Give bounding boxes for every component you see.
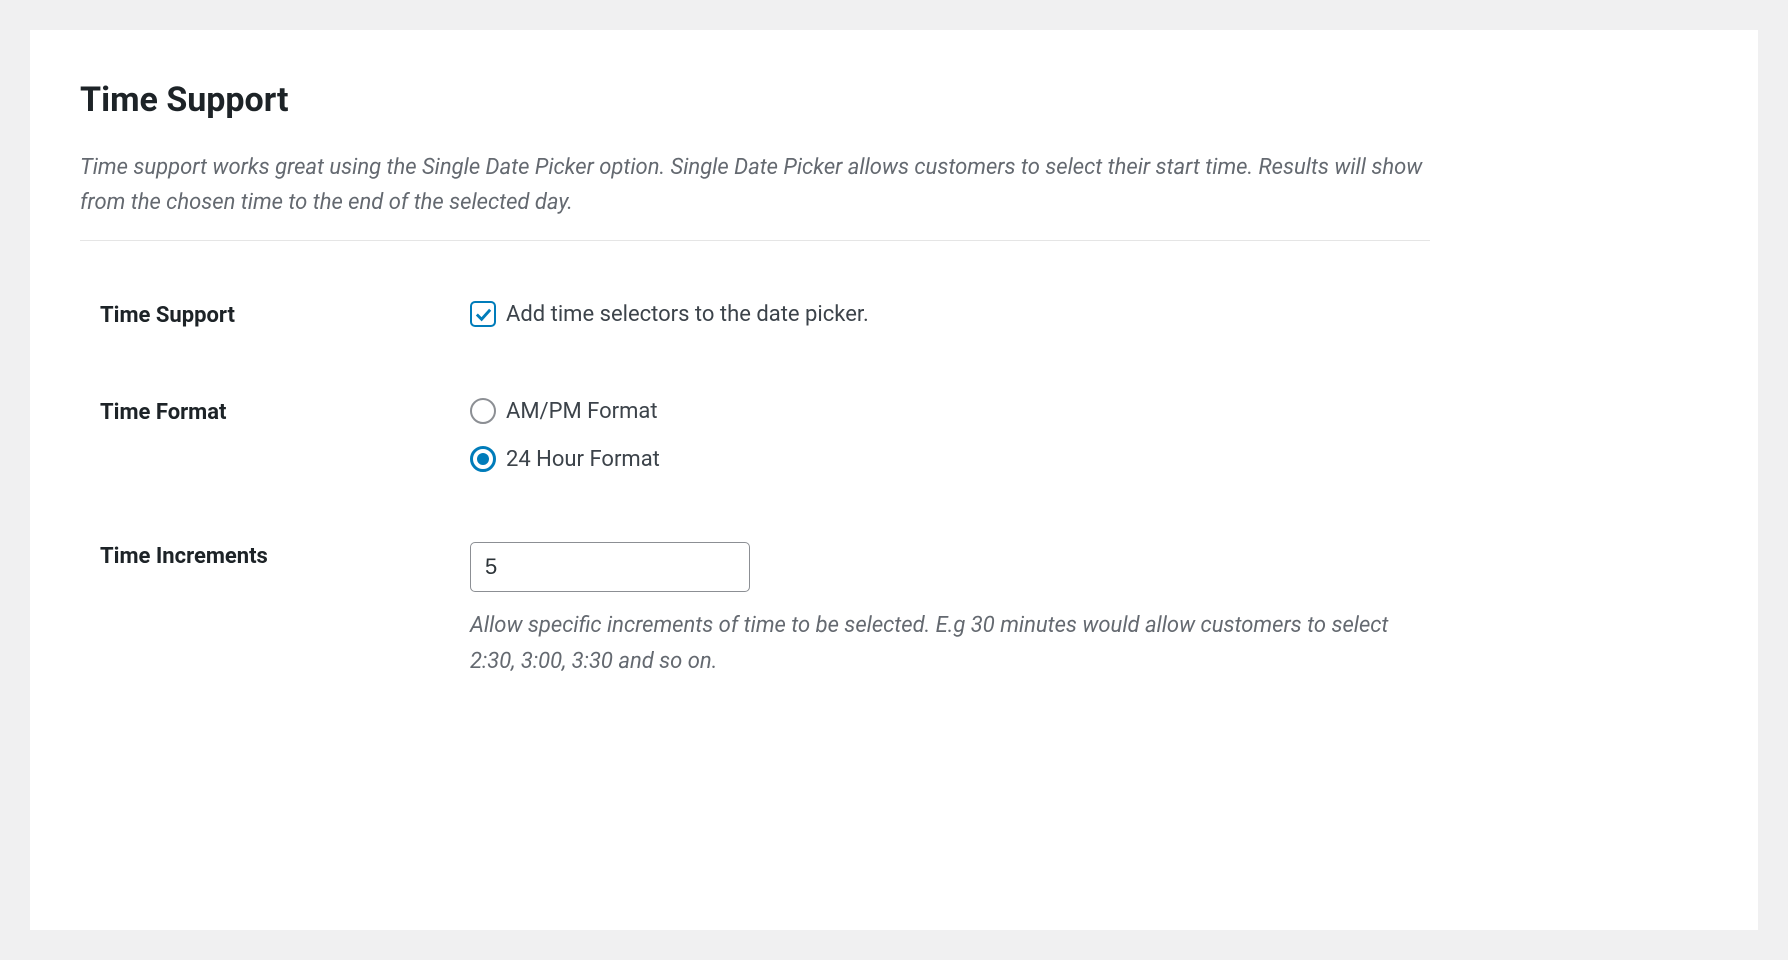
control-time-format: AM/PM Format 24 Hour Format	[470, 398, 1708, 472]
label-time-increments: Time Increments	[100, 542, 470, 569]
radio-24-hour[interactable]	[470, 446, 496, 472]
radio-option-24-hour: 24 Hour Format	[470, 446, 1708, 472]
radio-label-am-pm: AM/PM Format	[506, 399, 658, 424]
form-table: Time Support Add time selectors to the d…	[80, 301, 1708, 678]
row-time-support: Time Support Add time selectors to the d…	[80, 301, 1708, 328]
section-title: Time Support	[80, 80, 1708, 120]
checkbox-row-time-support: Add time selectors to the date picker.	[470, 301, 1708, 327]
section-description: Time support works great using the Singl…	[80, 150, 1430, 241]
help-time-increments: Allow specific increments of time to be …	[470, 608, 1415, 678]
settings-panel: Time Support Time support works great us…	[30, 30, 1758, 930]
label-time-format: Time Format	[100, 398, 470, 425]
checkbox-time-support[interactable]	[470, 301, 496, 327]
row-time-increments: Time Increments Allow specific increment…	[80, 542, 1708, 678]
radio-am-pm[interactable]	[470, 398, 496, 424]
input-time-increments[interactable]	[470, 542, 750, 592]
radio-label-24-hour: 24 Hour Format	[506, 447, 660, 472]
control-time-increments: Allow specific increments of time to be …	[470, 542, 1708, 678]
radio-option-am-pm: AM/PM Format	[470, 398, 1708, 424]
label-time-support: Time Support	[100, 301, 470, 328]
checkmark-icon	[474, 305, 493, 324]
control-time-support: Add time selectors to the date picker.	[470, 301, 1708, 327]
checkbox-label-time-support: Add time selectors to the date picker.	[506, 302, 869, 327]
row-time-format: Time Format AM/PM Format 24 Hour Format	[80, 398, 1708, 472]
radio-dot-icon	[477, 453, 489, 465]
